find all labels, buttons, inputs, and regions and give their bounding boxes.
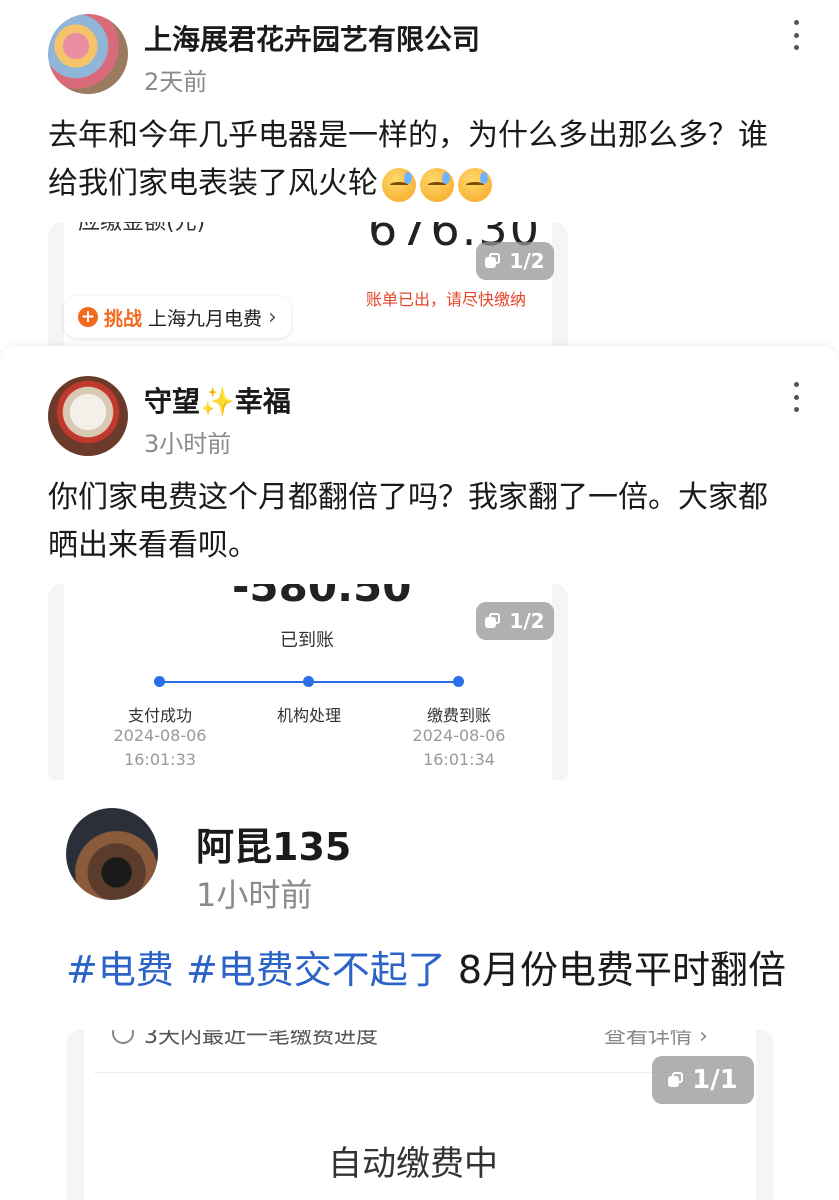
multi-image-icon: [485, 613, 501, 629]
post-content-line: 给我们家电表装了风火轮: [48, 166, 378, 201]
image-preview[interactable]: -580.50 已到账 支付成功 2024-08-06 16:01:33 机构处…: [48, 584, 568, 780]
avatar[interactable]: [48, 376, 128, 456]
bill-status: 账单已出，请尽快缴纳: [366, 290, 527, 309]
step-time: 16:01:34: [423, 750, 495, 769]
chevron-right-icon: ›: [268, 304, 277, 330]
step-label: 缴费到账: [426, 706, 491, 725]
info-icon: [112, 1030, 134, 1044]
plus-icon: +: [78, 307, 98, 327]
sweat-emoji-icon: [420, 167, 454, 202]
image-counter: 1/2: [509, 609, 545, 633]
post-time: 1小时前: [196, 876, 313, 914]
username[interactable]: 守望✨幸福: [144, 380, 291, 420]
avatar[interactable]: [66, 808, 158, 900]
challenge-tag[interactable]: + 挑战 上海九月电费 ›: [64, 296, 291, 338]
sparkle-icon: ✨: [200, 385, 235, 418]
post-card-2[interactable]: 守望✨幸福 3小时前 你们家电费这个月都翻倍了吗？我家翻了一倍。大家都 晒出来看…: [0, 346, 839, 780]
post-time: 3小时前: [144, 430, 232, 458]
step-label: 机构处理: [276, 706, 341, 725]
hashtag-link[interactable]: #电费: [66, 948, 174, 992]
username[interactable]: 阿昆135: [196, 816, 351, 871]
view-details-link[interactable]: 查看详情 ›: [604, 1030, 708, 1050]
more-options-icon[interactable]: [791, 20, 801, 50]
step-label: 支付成功: [127, 706, 192, 725]
multi-image-icon: [668, 1072, 684, 1088]
divider: [94, 1072, 746, 1073]
step-date: 2024-08-06: [113, 726, 207, 745]
step-dot: [453, 676, 464, 687]
image-counter: 1/1: [692, 1065, 738, 1095]
challenge-topic: 上海九月电费: [148, 307, 263, 330]
username[interactable]: 上海展君花卉园艺有限公司: [144, 18, 480, 58]
auto-pay-status: 自动缴费中: [328, 1144, 498, 1184]
step-time: 16:01:33: [124, 750, 196, 769]
image-counter-badge: 1/2: [476, 242, 554, 280]
avatar[interactable]: [48, 14, 128, 94]
multi-image-icon: [485, 253, 501, 269]
bill-label: 应缴金额(元): [78, 222, 206, 235]
sweat-emoji-icon: [458, 167, 492, 202]
step-dot: [303, 676, 314, 687]
sweat-emoji-icon: [382, 167, 416, 202]
payment-progress-screenshot: 3天内最近一笔缴费进度 查看详情 › 自动缴费中: [84, 1030, 756, 1200]
post-content-line: 晒出来看看呗。: [48, 528, 258, 563]
progress-header: 3天内最近一笔缴费进度: [144, 1030, 378, 1049]
image-counter-badge: 1/1: [652, 1056, 754, 1104]
step-dot: [154, 676, 165, 687]
step-date: 2024-08-06: [412, 726, 506, 745]
payment-status: 已到账: [280, 630, 334, 651]
payment-amount: -580.50: [232, 584, 412, 611]
username-text: 守望: [144, 385, 201, 418]
post-content-line: 你们家电费这个月都翻倍了吗？我家翻了一倍。大家都: [48, 480, 768, 515]
image-counter: 1/2: [509, 249, 545, 273]
username-text: 幸福: [234, 385, 291, 418]
post-content: 你们家电费这个月都翻倍了吗？我家翻了一倍。大家都 晒出来看看呗。: [48, 474, 768, 570]
image-preview[interactable]: 应缴金额(元) 676.30 账单已出，请尽快缴纳 1/2 + 挑战 上海九月电…: [48, 222, 568, 346]
hashtag-link[interactable]: #电费交不起了: [186, 948, 446, 992]
more-options-icon[interactable]: [791, 382, 801, 412]
image-preview[interactable]: 3天内最近一笔缴费进度 查看详情 › 自动缴费中 1/1: [66, 1030, 774, 1200]
image-counter-badge: 1/2: [476, 602, 554, 640]
post-content-line: 去年和今年几乎电器是一样的，为什么多出那么多？谁: [48, 118, 768, 153]
challenge-label: 挑战: [104, 307, 143, 330]
post-time: 2天前: [144, 68, 208, 96]
post-content-text: 8月份电费平时翻倍: [457, 948, 787, 992]
post-card-3[interactable]: 阿昆135 1小时前 #电费 #电费交不起了 8月份电费平时翻倍 3天内最近一笔…: [0, 782, 839, 1200]
post-content: #电费 #电费交不起了 8月份电费平时翻倍: [66, 942, 786, 998]
post-card-1[interactable]: 上海展君花卉园艺有限公司 2天前 去年和今年几乎电器是一样的，为什么多出那么多？…: [0, 0, 839, 346]
post-content: 去年和今年几乎电器是一样的，为什么多出那么多？谁 给我们家电表装了风火轮: [48, 112, 768, 208]
